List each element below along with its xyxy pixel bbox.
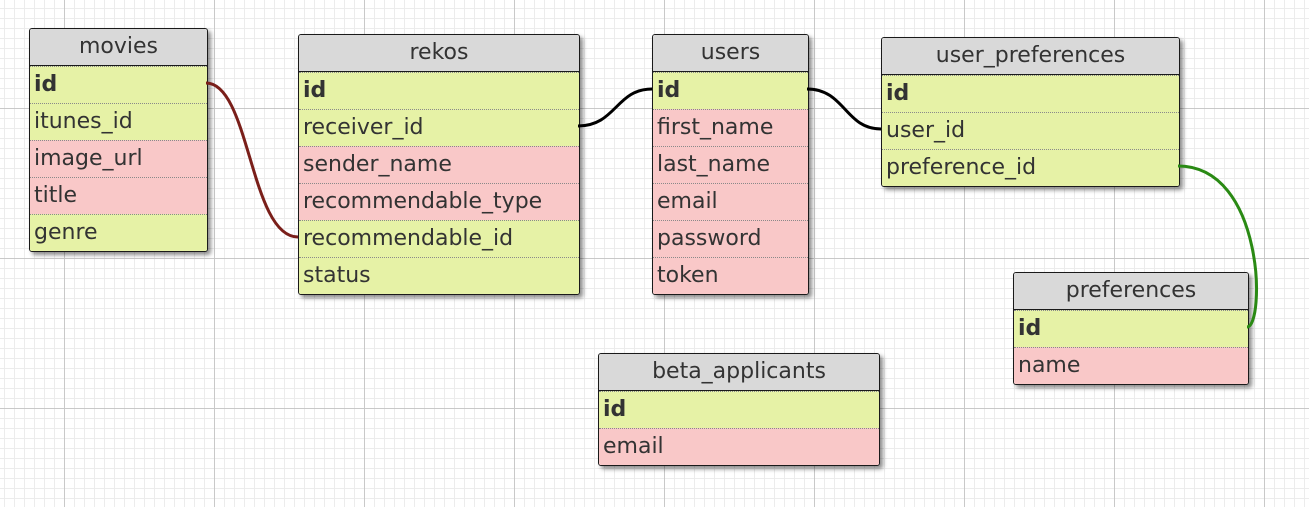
table-title[interactable]: user_preferences	[882, 38, 1179, 75]
table-movies[interactable]: movies id itunes_id image_url title genre	[29, 28, 208, 252]
field-movies-itunes-id[interactable]: itunes_id	[30, 103, 207, 140]
table-title[interactable]: movies	[30, 29, 207, 66]
field-movies-title[interactable]: title	[30, 177, 207, 214]
field-users-email[interactable]: email	[653, 183, 808, 220]
field-users-password[interactable]: password	[653, 220, 808, 257]
field-rekos-id[interactable]: id	[299, 72, 579, 109]
field-users-last-name[interactable]: last_name	[653, 146, 808, 183]
table-preferences[interactable]: preferences id name	[1013, 272, 1249, 385]
field-rekos-status[interactable]: status	[299, 257, 579, 294]
field-users-first-name[interactable]: first_name	[653, 109, 808, 146]
table-title[interactable]: rekos	[299, 35, 579, 72]
table-title[interactable]: beta_applicants	[599, 354, 879, 391]
field-user-preferences-user-id[interactable]: user_id	[882, 112, 1179, 149]
field-movies-genre[interactable]: genre	[30, 214, 207, 251]
field-rekos-receiver-id[interactable]: receiver_id	[299, 109, 579, 146]
table-users[interactable]: users id first_name last_name email password…	[652, 34, 809, 295]
field-rekos-recommendable-type[interactable]: recommendable_type	[299, 183, 579, 220]
field-rekos-sender-name[interactable]: sender_name	[299, 146, 579, 183]
field-users-id[interactable]: id	[653, 72, 808, 109]
field-movies-image-url[interactable]: image_url	[30, 140, 207, 177]
table-user-preferences[interactable]: user_preferences id user_id preference_id	[881, 37, 1180, 187]
table-title[interactable]: users	[653, 35, 808, 72]
field-beta-applicants-email[interactable]: email	[599, 428, 879, 465]
field-user-preferences-preference-id[interactable]: preference_id	[882, 149, 1179, 186]
table-title[interactable]: preferences	[1014, 273, 1248, 310]
field-users-token[interactable]: token	[653, 257, 808, 294]
field-rekos-recommendable-id[interactable]: recommendable_id	[299, 220, 579, 257]
table-beta-applicants[interactable]: beta_applicants id email	[598, 353, 880, 466]
field-preferences-id[interactable]: id	[1014, 310, 1248, 347]
field-preferences-name[interactable]: name	[1014, 347, 1248, 384]
field-user-preferences-id[interactable]: id	[882, 75, 1179, 112]
table-rekos[interactable]: rekos id receiver_id sender_name recommenda…	[298, 34, 580, 295]
field-beta-applicants-id[interactable]: id	[599, 391, 879, 428]
schema-canvas[interactable]: movies id itunes_id image_url title genre re…	[0, 0, 1309, 507]
field-movies-id[interactable]: id	[30, 66, 207, 103]
